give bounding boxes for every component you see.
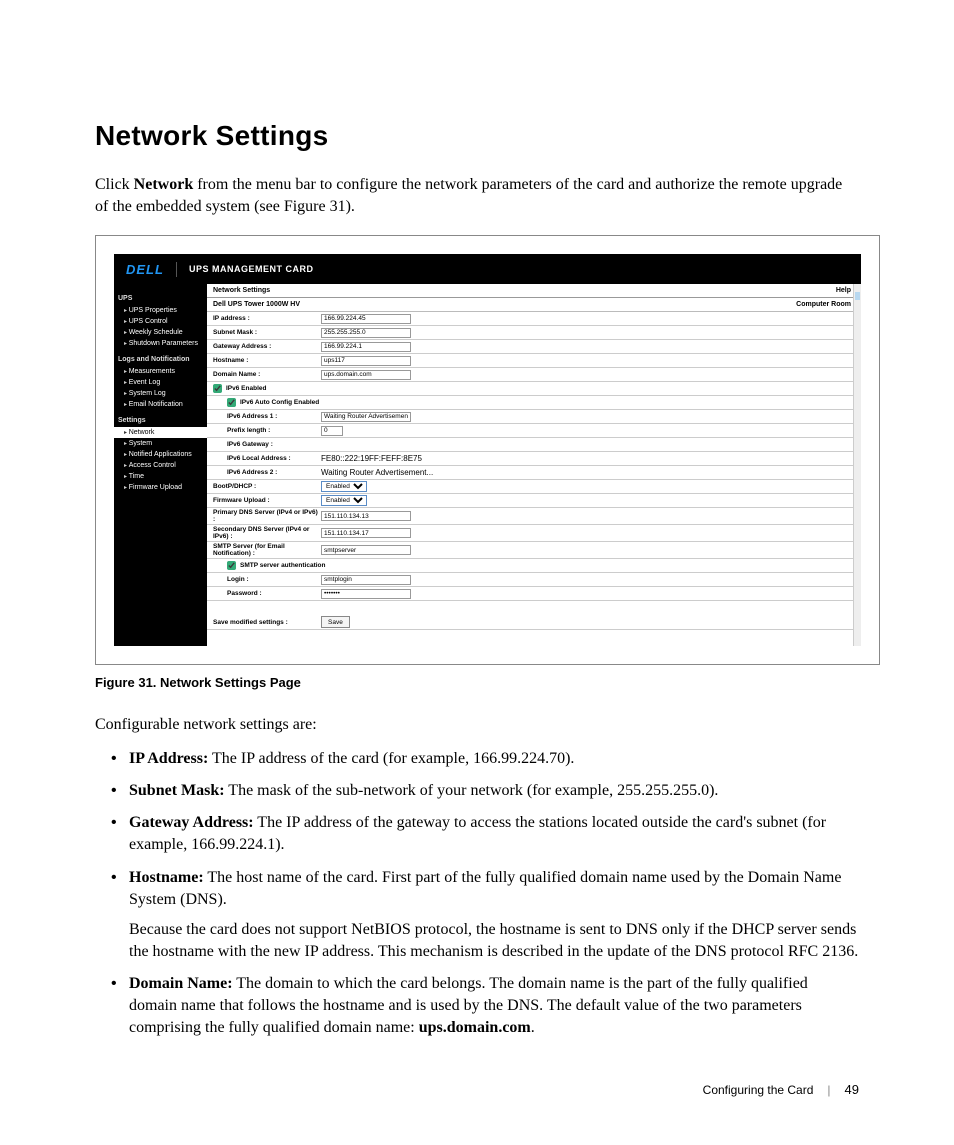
sidebar-item-event-log[interactable]: Event Log: [114, 377, 207, 388]
scrollbar[interactable]: [853, 284, 861, 646]
help-link[interactable]: Help: [836, 287, 851, 294]
def-ip-address: IP Address: The IP address of the card (…: [129, 748, 859, 770]
bootp-dhcp-label: BootP/DHCP :: [213, 483, 321, 490]
dell-logo: DELL: [126, 262, 177, 277]
sidebar-item-ups-properties[interactable]: UPS Properties: [114, 305, 207, 316]
ipv6-local-address-value: FE80::222:19FF:FEFF:8E75: [321, 454, 422, 463]
sidebar-item-weekly-schedule[interactable]: Weekly Schedule: [114, 327, 207, 338]
password-input[interactable]: [321, 589, 411, 599]
intro-post: from the menu bar to configure the netwo…: [95, 176, 842, 215]
subnet-mask-input[interactable]: [321, 328, 411, 338]
sidebar-item-notified-applications[interactable]: Notified Applications: [114, 449, 207, 460]
subnet-mask-label: Subnet Mask :: [213, 329, 321, 336]
subheading: Configurable network settings are:: [95, 716, 859, 734]
login-label: Login :: [213, 576, 321, 583]
panel-title: Network Settings: [213, 287, 270, 294]
intro-pre: Click: [95, 176, 134, 193]
app-title: UPS MANAGEMENT CARD: [189, 264, 314, 274]
sidebar-item-measurements[interactable]: Measurements: [114, 366, 207, 377]
def-domain-name: Domain Name: The domain to which the car…: [129, 973, 859, 1039]
sidebar-item-system-log[interactable]: System Log: [114, 388, 207, 399]
ipv6-enabled-checkbox[interactable]: [213, 384, 222, 393]
save-settings-label: Save modified settings :: [213, 619, 321, 626]
ipv6-local-address-label: IPv6 Local Address :: [213, 455, 321, 462]
firmware-upload-select[interactable]: Enabled: [321, 495, 367, 506]
ip-address-label: IP address :: [213, 315, 321, 322]
intro-bold: Network: [134, 176, 194, 193]
intro-paragraph: Click Network from the menu bar to confi…: [95, 174, 859, 217]
footer-separator: |: [827, 1083, 830, 1097]
def-hostname-cont: Because the card does not support NetBIO…: [129, 919, 859, 963]
sidebar-item-system[interactable]: System: [114, 438, 207, 449]
prefix-length-input[interactable]: [321, 426, 343, 436]
ip-address-input[interactable]: [321, 314, 411, 324]
gateway-address-input[interactable]: [321, 342, 411, 352]
ipv6-address1-input[interactable]: [321, 412, 411, 422]
sidebar-item-ups-control[interactable]: UPS Control: [114, 316, 207, 327]
def-hostname: Hostname: The host name of the card. Fir…: [129, 867, 859, 963]
definitions-list: IP Address: The IP address of the card (…: [95, 748, 859, 1039]
ipv6-address1-label: IPv6 Address 1 :: [213, 413, 321, 420]
ipv6-autoconfig-label: IPv6 Auto Config Enabled: [240, 399, 319, 406]
domain-name-input[interactable]: [321, 370, 411, 380]
footer-section: Configuring the Card: [703, 1083, 814, 1097]
primary-dns-input[interactable]: [321, 511, 411, 521]
sidebar-item-access-control[interactable]: Access Control: [114, 460, 207, 471]
hostname-label: Hostname :: [213, 357, 321, 364]
hostname-input[interactable]: [321, 356, 411, 366]
def-subnet-mask: Subnet Mask: The mask of the sub-network…: [129, 780, 859, 802]
password-label: Password :: [213, 590, 321, 597]
page-heading: Network Settings: [95, 120, 859, 152]
firmware-upload-label: Firmware Upload :: [213, 497, 321, 504]
sidebar-item-email-notification[interactable]: Email Notification: [114, 399, 207, 410]
sidebar-section-settings: Settings: [114, 410, 207, 427]
sidebar-section-logs: Logs and Notification: [114, 349, 207, 366]
smtp-server-input[interactable]: [321, 545, 411, 555]
bootp-dhcp-select[interactable]: Enabled: [321, 481, 367, 492]
figure-caption: Figure 31. Network Settings Page: [95, 675, 859, 690]
sidebar-item-shutdown-parameters[interactable]: Shutdown Parameters: [114, 338, 207, 349]
sidebar: UPS UPS Properties UPS Control Weekly Sc…: [114, 284, 207, 646]
prefix-length-label: Prefix length :: [213, 427, 321, 434]
def-gateway-address: Gateway Address: The IP address of the g…: [129, 812, 859, 856]
primary-dns-label: Primary DNS Server (IPv4 or IPv6) :: [213, 509, 321, 523]
sidebar-section-ups: UPS: [114, 288, 207, 305]
smtp-auth-checkbox[interactable]: [227, 561, 236, 570]
login-input[interactable]: [321, 575, 411, 585]
main-panel: Network Settings Help Dell UPS Tower 100…: [207, 284, 861, 646]
device-name: Dell UPS Tower 1000W HV: [213, 301, 300, 308]
ipv6-enabled-label: IPv6 Enabled: [226, 385, 266, 392]
ipv6-gateway-label: IPv6 Gateway :: [213, 441, 321, 448]
smtp-server-label: SMTP Server (for Email Notification) :: [213, 543, 321, 557]
ipv6-address2-label: IPv6 Address 2 :: [213, 469, 321, 476]
gateway-address-label: Gateway Address :: [213, 343, 321, 350]
domain-name-label: Domain Name :: [213, 371, 321, 378]
device-location: Computer Room: [796, 301, 851, 308]
figure-screenshot: DELL UPS MANAGEMENT CARD UPS UPS Propert…: [95, 235, 880, 665]
page-footer: Configuring the Card | 49: [703, 1082, 859, 1097]
sidebar-item-network[interactable]: Network: [114, 427, 207, 438]
save-button[interactable]: Save: [321, 616, 350, 628]
ipv6-address2-value: Waiting Router Advertisement...: [321, 468, 433, 477]
secondary-dns-label: Secondary DNS Server (IPv4 or IPv6) :: [213, 526, 321, 540]
sidebar-item-time[interactable]: Time: [114, 471, 207, 482]
ipv6-autoconfig-checkbox[interactable]: [227, 398, 236, 407]
smtp-auth-label: SMTP server authentication: [240, 562, 326, 569]
footer-page-number: 49: [845, 1082, 859, 1097]
secondary-dns-input[interactable]: [321, 528, 411, 538]
sidebar-item-firmware-upload[interactable]: Firmware Upload: [114, 482, 207, 493]
app-header: DELL UPS MANAGEMENT CARD: [114, 254, 861, 284]
